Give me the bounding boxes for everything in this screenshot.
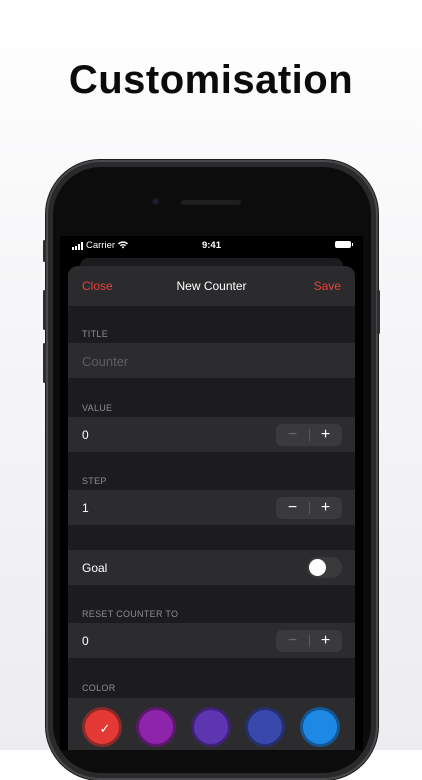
front-camera	[151, 197, 160, 206]
value-decrement-button[interactable]: −	[276, 424, 309, 446]
earpiece-speaker	[181, 200, 241, 205]
color-swatch-purple[interactable]	[136, 707, 176, 747]
save-button[interactable]: Save	[314, 279, 341, 293]
step-row: 1 − +	[68, 490, 355, 525]
color-swatch-red[interactable]: ✓	[82, 707, 122, 747]
reset-increment-button[interactable]: +	[309, 630, 342, 652]
new-counter-sheet: Close New Counter Save TITLE Counter VAL…	[68, 266, 355, 750]
title-row[interactable]: Counter	[68, 343, 355, 378]
title-input[interactable]: Counter	[82, 354, 128, 369]
reset-row: 0 − +	[68, 623, 355, 658]
step-display: 1	[82, 501, 89, 515]
step-stepper[interactable]: − +	[276, 497, 342, 519]
mute-switch	[43, 240, 46, 262]
toggle-knob	[309, 559, 326, 576]
color-section-label: COLOR	[82, 683, 116, 693]
power-button	[377, 290, 380, 334]
step-decrement-button[interactable]: −	[276, 497, 309, 519]
nav-title: New Counter	[176, 279, 247, 293]
reset-display: 0	[82, 634, 89, 648]
goal-toggle[interactable]	[307, 557, 342, 578]
volume-up-button	[43, 290, 46, 330]
volume-down-button	[43, 343, 46, 383]
phone-screen: Carrier 9:41 Close New Counter Save TITL…	[60, 236, 363, 750]
color-swatch-deep-purple[interactable]	[191, 707, 231, 747]
step-section-label: STEP	[82, 476, 107, 486]
value-stepper[interactable]: − +	[276, 424, 342, 446]
reset-decrement-button[interactable]: −	[276, 630, 309, 652]
title-section-label: TITLE	[82, 329, 109, 339]
battery-icon	[335, 241, 353, 248]
step-increment-button[interactable]: +	[309, 497, 342, 519]
status-time: 9:41	[201, 240, 221, 251]
value-display: 0	[82, 428, 89, 442]
color-picker-row: ✓	[68, 698, 355, 750]
color-swatch-indigo[interactable]	[245, 707, 285, 747]
goal-row: Goal	[68, 550, 355, 585]
goal-label: Goal	[82, 561, 108, 575]
color-swatch-blue[interactable]	[300, 707, 340, 747]
navigation-bar: Close New Counter Save	[68, 266, 355, 306]
reset-section-label: RESET COUNTER TO	[82, 609, 179, 619]
checkmark-icon: ✓	[99, 721, 111, 736]
value-section-label: VALUE	[82, 403, 113, 413]
status-bar: Carrier 9:41	[60, 236, 363, 254]
reset-stepper[interactable]: − +	[276, 630, 342, 652]
value-row: 0 − +	[68, 417, 355, 452]
marketing-headline: Customisation	[68, 58, 354, 102]
value-increment-button[interactable]: +	[309, 424, 342, 446]
